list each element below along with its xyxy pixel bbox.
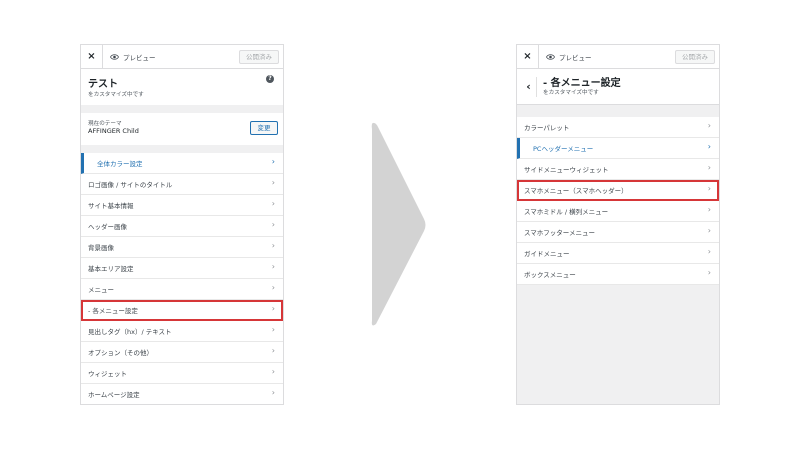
menu-item-label: - 各メニュー設定 — [88, 307, 138, 315]
eye-icon — [110, 53, 119, 60]
menu-item-label: メニュー — [88, 286, 114, 294]
menu-item-label: スマホミドル / 横列メニュー — [524, 208, 609, 216]
current-theme-box: 現在のテーマ AFFINGER Child 変更 — [81, 113, 283, 145]
section-header: ‹ - 各メニュー設定 をカスタマイズ中です — [517, 69, 719, 105]
preview-button[interactable]: プレビュー — [103, 45, 156, 69]
theme-name: AFFINGER Child — [88, 127, 139, 135]
page-title: テスト — [88, 79, 118, 90]
menu-item-label: サイト基本情報 — [88, 202, 134, 210]
close-icon: × — [87, 51, 96, 62]
menu-item-label: PCヘッダーメニュー — [533, 145, 594, 153]
menu-item-background-image[interactable]: 背景画像 › — [81, 237, 283, 258]
menu-item-label: カラーパレット — [524, 124, 570, 132]
menu-item-options[interactable]: オプション（その他） › — [81, 342, 283, 363]
menu-item-smartphone-middle-menu[interactable]: スマホミドル / 横列メニュー › — [517, 201, 719, 222]
menu-item-side-menu-widget[interactable]: サイドメニューウィジェット › — [517, 159, 719, 180]
chevron-right-icon: › — [707, 247, 711, 256]
section-subtitle: をカスタマイズ中です — [543, 90, 599, 96]
menu-item-header-image[interactable]: ヘッダー画像 › — [81, 216, 283, 237]
menu-item-label: ガイドメニュー — [524, 250, 570, 258]
chevron-right-icon: › — [271, 199, 275, 208]
theme-label: 現在のテーマ — [88, 121, 122, 127]
chevron-right-icon: › — [707, 226, 711, 235]
chevron-right-icon: › — [271, 388, 275, 397]
menu-item-label: ホームページ設定 — [88, 391, 140, 399]
chevron-right-icon: › — [707, 205, 711, 214]
help-icon[interactable]: ? — [266, 75, 274, 83]
chevron-right-icon: › — [271, 178, 275, 187]
menu-item-label: ボックスメニュー — [524, 271, 576, 279]
menu-item-site-info[interactable]: サイト基本情報 › — [81, 195, 283, 216]
chevron-right-icon: › — [271, 304, 275, 313]
customizer-topbar: × プレビュー 公開済み — [517, 45, 719, 69]
menu-item-color-palette[interactable]: カラーパレット › — [517, 117, 719, 138]
menu-item-each-menu-settings[interactable]: - 各メニュー設定 › — [81, 300, 283, 321]
menu-item-homepage-settings[interactable]: ホームページ設定 › — [81, 384, 283, 404]
menu-item-label: ウィジェット — [88, 370, 127, 378]
preview-label: プレビュー — [123, 53, 156, 62]
chevron-right-icon: › — [271, 325, 275, 334]
menu-item-box-menu[interactable]: ボックスメニュー › — [517, 264, 719, 285]
menu-item-global-color[interactable]: 全体カラー設定 › — [81, 153, 283, 174]
close-button[interactable]: × — [517, 45, 539, 69]
menu-item-label: ヘッダー画像 — [88, 223, 127, 231]
menu-item-label: スマホメニュー（スマホヘッダー） — [524, 187, 628, 195]
customizer-menu: 全体カラー設定 › ロゴ画像 / サイトのタイトル › サイト基本情報 › ヘッ… — [81, 153, 283, 404]
menu-item-label: ロゴ画像 / サイトのタイトル — [88, 181, 173, 189]
eye-icon — [546, 53, 555, 60]
customizer-panel-left: × プレビュー 公開済み テスト をカスタマイズ中です ? 現在のテーマ AFF… — [80, 44, 284, 405]
back-button[interactable]: ‹ — [521, 77, 537, 97]
transition-arrow-icon — [371, 122, 426, 326]
preview-label: プレビュー — [559, 53, 592, 62]
chevron-right-icon: › — [271, 262, 275, 271]
change-theme-button[interactable]: 変更 — [250, 121, 278, 135]
preview-button[interactable]: プレビュー — [539, 45, 592, 69]
chevron-right-icon: › — [271, 157, 275, 166]
chevron-right-icon: › — [271, 367, 275, 376]
chevron-right-icon: › — [271, 283, 275, 292]
close-icon: × — [523, 51, 532, 62]
chevron-right-icon: › — [707, 163, 711, 172]
menu-item-label: 背景画像 — [88, 244, 114, 252]
close-button[interactable]: × — [81, 45, 103, 69]
published-button[interactable]: 公開済み — [675, 50, 715, 64]
menu-item-smartphone-menu[interactable]: スマホメニュー（スマホヘッダー） › — [517, 180, 719, 201]
menu-item-widgets[interactable]: ウィジェット › — [81, 363, 283, 384]
menu-item-label: 全体カラー設定 — [97, 160, 143, 168]
menu-item-guide-menu[interactable]: ガイドメニュー › — [517, 243, 719, 264]
customizer-title-area: テスト をカスタマイズ中です ? — [81, 69, 283, 105]
menu-item-label: スマホフッターメニュー — [524, 229, 596, 237]
chevron-right-icon: › — [707, 142, 711, 151]
menu-item-label: オプション（その他） — [88, 349, 153, 357]
section-title: - 各メニュー設定 — [543, 78, 621, 89]
chevron-right-icon: › — [707, 268, 711, 277]
customizer-topbar: × プレビュー 公開済み — [81, 45, 283, 69]
submenu-list: カラーパレット › PCヘッダーメニュー › サイドメニューウィジェット › ス… — [517, 117, 719, 285]
chevron-right-icon: › — [707, 184, 711, 193]
menu-item-label: 基本エリア設定 — [88, 265, 134, 273]
menu-item-heading-tags[interactable]: 見出しタグ（hx）/ テキスト › — [81, 321, 283, 342]
menu-item-menus[interactable]: メニュー › — [81, 279, 283, 300]
chevron-right-icon: › — [271, 241, 275, 250]
published-button[interactable]: 公開済み — [239, 50, 279, 64]
chevron-left-icon: ‹ — [526, 80, 531, 93]
menu-item-label: サイドメニューウィジェット — [524, 166, 609, 174]
chevron-right-icon: › — [271, 346, 275, 355]
menu-item-pc-header-menu[interactable]: PCヘッダーメニュー › — [517, 138, 719, 159]
chevron-right-icon: › — [707, 121, 711, 130]
customizer-panel-right: × プレビュー 公開済み ‹ - 各メニュー設定 をカスタマイズ中です カラーパ… — [516, 44, 720, 405]
menu-item-label: 見出しタグ（hx）/ テキスト — [88, 328, 172, 336]
menu-item-basic-area[interactable]: 基本エリア設定 › — [81, 258, 283, 279]
menu-item-logo-title[interactable]: ロゴ画像 / サイトのタイトル › — [81, 174, 283, 195]
chevron-right-icon: › — [271, 220, 275, 229]
page-subtitle: をカスタマイズ中です — [88, 92, 144, 98]
menu-item-smartphone-footer-menu[interactable]: スマホフッターメニュー › — [517, 222, 719, 243]
